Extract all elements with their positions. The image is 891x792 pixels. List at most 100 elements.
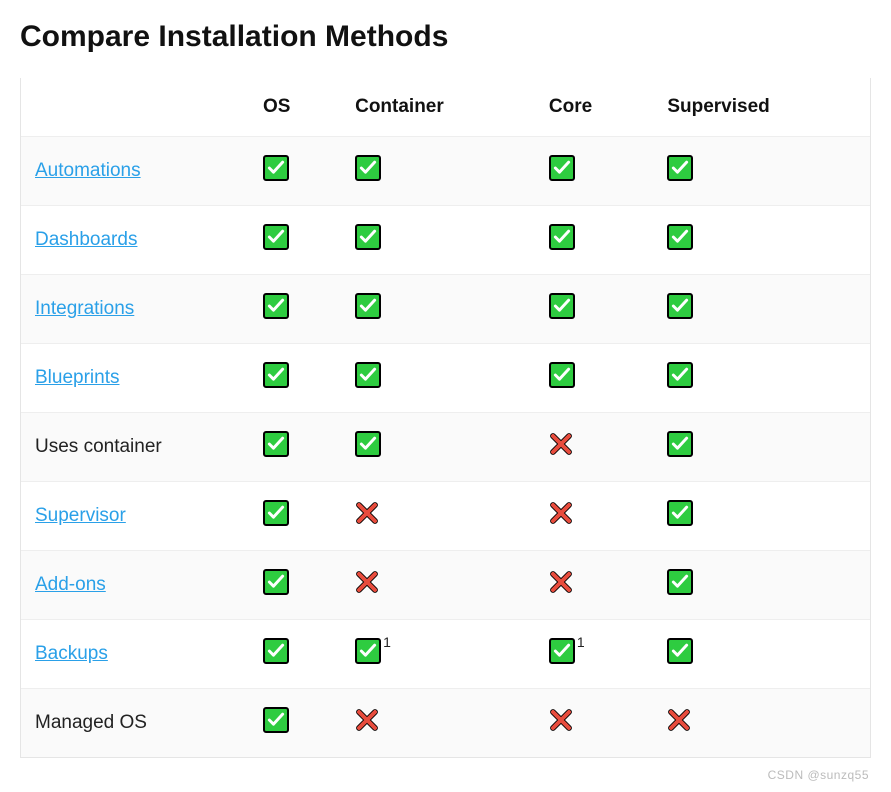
icon-wrap xyxy=(355,708,379,732)
header-row: OS Container Core Supervised xyxy=(21,78,870,137)
value-cell xyxy=(535,275,653,344)
table-row: Add-ons xyxy=(21,551,870,620)
feature-cell: Integrations xyxy=(21,275,249,344)
check-icon xyxy=(549,638,575,664)
feature-label: Managed OS xyxy=(35,712,147,733)
icon-wrap xyxy=(549,224,575,250)
table-row: Integrations xyxy=(21,275,870,344)
table-row: Supervisor xyxy=(21,482,870,551)
icon-wrap xyxy=(355,224,381,250)
check-icon xyxy=(355,362,381,388)
value-cell xyxy=(653,689,870,758)
feature-cell: Managed OS xyxy=(21,689,249,758)
check-icon xyxy=(355,155,381,181)
feature-link[interactable]: Blueprints xyxy=(35,367,120,388)
value-cell xyxy=(653,344,870,413)
value-cell xyxy=(535,482,653,551)
icon-wrap xyxy=(263,155,289,181)
icon-wrap xyxy=(355,293,381,319)
icon-wrap xyxy=(355,155,381,181)
check-icon xyxy=(263,500,289,526)
check-icon xyxy=(549,155,575,181)
feature-label: Uses container xyxy=(35,436,162,457)
icon-wrap xyxy=(667,500,693,526)
feature-link[interactable]: Backups xyxy=(35,643,108,664)
table-row: Uses container xyxy=(21,413,870,482)
icon-wrap: 1 xyxy=(355,638,391,664)
feature-cell: Automations xyxy=(21,137,249,206)
value-cell xyxy=(249,275,341,344)
icon-wrap xyxy=(263,362,289,388)
icon-wrap xyxy=(667,638,693,664)
icon-wrap xyxy=(263,707,289,733)
check-icon xyxy=(355,224,381,250)
check-icon xyxy=(667,155,693,181)
page-title: Compare Installation Methods xyxy=(20,20,871,54)
icon-wrap xyxy=(667,224,693,250)
table-row: Automations xyxy=(21,137,870,206)
icon-wrap xyxy=(263,224,289,250)
value-cell xyxy=(653,482,870,551)
value-cell xyxy=(653,137,870,206)
value-cell xyxy=(653,413,870,482)
value-cell xyxy=(249,620,341,689)
value-cell xyxy=(535,344,653,413)
feature-cell: Dashboards xyxy=(21,206,249,275)
header-core: Core xyxy=(535,78,653,137)
icon-wrap xyxy=(263,569,289,595)
icon-wrap xyxy=(667,155,693,181)
header-container: Container xyxy=(341,78,535,137)
feature-link[interactable]: Dashboards xyxy=(35,229,137,250)
check-icon xyxy=(667,224,693,250)
value-cell xyxy=(249,344,341,413)
footnote-marker: 1 xyxy=(577,634,585,650)
value-cell xyxy=(535,206,653,275)
value-cell xyxy=(341,551,535,620)
cross-icon xyxy=(549,708,573,732)
cross-icon xyxy=(549,570,573,594)
feature-cell: Supervisor xyxy=(21,482,249,551)
value-cell xyxy=(341,344,535,413)
feature-link[interactable]: Automations xyxy=(35,160,141,181)
value-cell xyxy=(249,206,341,275)
feature-cell: Add-ons xyxy=(21,551,249,620)
table-row: Dashboards xyxy=(21,206,870,275)
check-icon xyxy=(667,362,693,388)
feature-link[interactable]: Supervisor xyxy=(35,505,126,526)
icon-wrap xyxy=(355,362,381,388)
feature-link[interactable]: Integrations xyxy=(35,298,134,319)
value-cell: 1 xyxy=(535,620,653,689)
feature-link[interactable]: Add-ons xyxy=(35,574,106,595)
value-cell xyxy=(535,689,653,758)
cross-icon xyxy=(549,432,573,456)
check-icon xyxy=(667,431,693,457)
check-icon xyxy=(355,293,381,319)
value-cell xyxy=(341,413,535,482)
watermark: CSDN @sunzq55 xyxy=(768,768,869,782)
comparison-table-wrap: OS Container Core Supervised Automations… xyxy=(20,78,871,758)
icon-wrap xyxy=(549,155,575,181)
icon-wrap xyxy=(667,708,691,732)
value-cell xyxy=(341,689,535,758)
cross-icon xyxy=(355,708,379,732)
feature-cell: Backups xyxy=(21,620,249,689)
check-icon xyxy=(263,707,289,733)
icon-wrap xyxy=(263,293,289,319)
value-cell xyxy=(653,206,870,275)
check-icon xyxy=(667,500,693,526)
icon-wrap xyxy=(263,500,289,526)
comparison-table: OS Container Core Supervised Automations… xyxy=(21,78,870,757)
value-cell xyxy=(341,137,535,206)
value-cell xyxy=(341,206,535,275)
header-supervised: Supervised xyxy=(653,78,870,137)
check-icon xyxy=(263,362,289,388)
value-cell xyxy=(249,689,341,758)
value-cell xyxy=(535,413,653,482)
check-icon xyxy=(549,362,575,388)
table-row: Blueprints xyxy=(21,344,870,413)
icon-wrap xyxy=(355,431,381,457)
value-cell xyxy=(249,482,341,551)
check-icon xyxy=(667,569,693,595)
icon-wrap xyxy=(549,293,575,319)
value-cell xyxy=(341,482,535,551)
